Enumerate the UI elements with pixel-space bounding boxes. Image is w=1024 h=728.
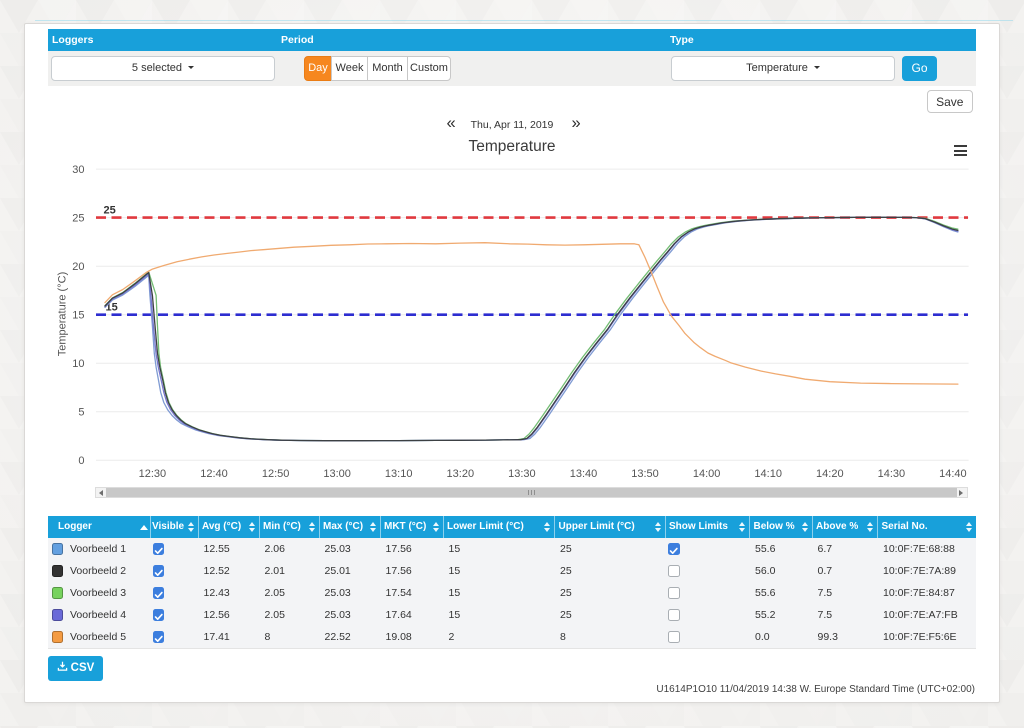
svg-text:13:00: 13:00 xyxy=(323,468,351,480)
svg-text:13:20: 13:20 xyxy=(447,468,475,480)
svg-text:20: 20 xyxy=(72,261,84,273)
svg-text:0: 0 xyxy=(78,455,84,467)
svg-text:14:00: 14:00 xyxy=(693,468,721,480)
svg-text:14:20: 14:20 xyxy=(816,468,844,480)
svg-text:14:10: 14:10 xyxy=(754,468,782,480)
svg-text:14:30: 14:30 xyxy=(878,468,906,480)
svg-text:10: 10 xyxy=(72,358,84,370)
svg-text:13:50: 13:50 xyxy=(631,468,659,480)
svg-text:13:40: 13:40 xyxy=(570,468,598,480)
svg-text:25: 25 xyxy=(104,204,116,216)
svg-text:30: 30 xyxy=(72,164,84,176)
svg-text:Temperature (°C): Temperature (°C) xyxy=(57,272,69,356)
svg-text:12:50: 12:50 xyxy=(262,468,290,480)
svg-text:14:40: 14:40 xyxy=(939,468,967,480)
svg-text:13:30: 13:30 xyxy=(508,468,536,480)
svg-text:15: 15 xyxy=(72,310,84,322)
svg-text:13:10: 13:10 xyxy=(385,468,413,480)
svg-text:5: 5 xyxy=(78,407,84,419)
svg-text:12:40: 12:40 xyxy=(200,468,228,480)
svg-text:12:30: 12:30 xyxy=(139,468,167,480)
svg-text:25: 25 xyxy=(72,212,84,224)
